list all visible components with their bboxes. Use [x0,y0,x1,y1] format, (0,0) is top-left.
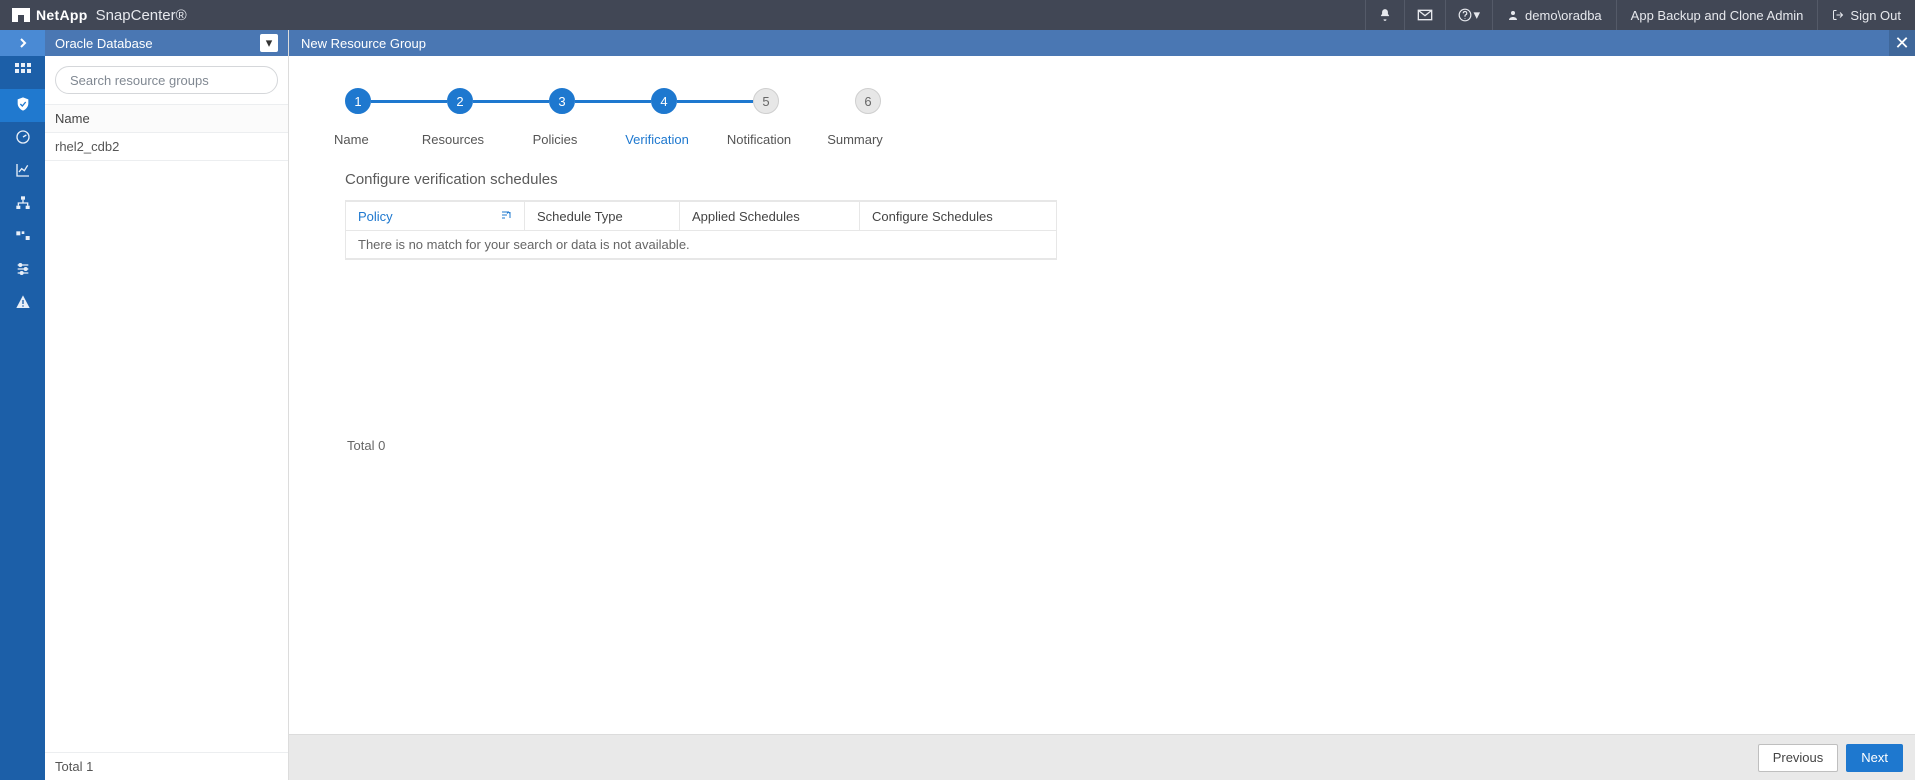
caret-down-icon: ▾ [266,35,273,51]
empty-message: There is no match for your search or dat… [358,237,690,252]
warning-icon [15,294,31,313]
step-label-1: Name [334,132,402,147]
previous-button[interactable]: Previous [1758,744,1839,772]
left-total: Total 1 [45,752,288,780]
left-total-text: Total 1 [55,759,93,774]
step-label-4: Verification [606,132,708,147]
list-header[interactable]: Name [45,105,288,133]
nav-resources[interactable] [0,89,45,122]
brand: NetApp SnapCenter® [0,7,199,24]
nav-monitor[interactable] [0,122,45,155]
hierarchy-icon [15,195,31,214]
list-item[interactable]: rhel2_cdb2 [45,133,288,161]
close-icon: ✕ [1894,33,1909,54]
help-button[interactable]: ▾ [1445,0,1493,30]
step-3-num: 3 [549,88,575,114]
col-policy-label: Policy [358,209,393,224]
brand-company: NetApp [36,7,88,23]
brand-product: SnapCenter® [96,7,187,24]
nav-settings[interactable] [0,254,45,287]
notifications-button[interactable] [1365,0,1404,30]
col-type-label: Schedule Type [537,209,623,224]
col-config-label: Configure Schedules [872,209,993,224]
wizard-title: New Resource Group [301,36,426,51]
sign-out-button[interactable]: Sign Out [1817,0,1915,30]
chart-icon [15,162,31,181]
mail-icon [1417,9,1433,21]
wizard-steps: 1 2 3 4 5 6 [289,56,1915,138]
nav-hosts[interactable] [0,188,45,221]
top-header: NetApp SnapCenter® ▾ demo\oradba App Bac… [0,0,1915,30]
left-panel: Oracle Database ▾ Name rhel2_cdb2 Total … [45,30,289,780]
schedule-table: Policy Schedule Type Applied Schedules C… [345,200,1057,260]
plugin-label: Oracle Database [55,36,153,51]
step-3[interactable]: 3 [549,88,651,114]
step-label-2: Resources [402,132,504,147]
step-5[interactable]: 5 [753,88,855,114]
search-input[interactable] [55,66,278,94]
step-4-num: 4 [651,88,677,114]
col-configure-schedules[interactable]: Configure Schedules [860,201,1057,231]
step-label-3: Policies [504,132,606,147]
step-4[interactable]: 4 [651,88,753,114]
schedule-empty-row: There is no match for your search or dat… [345,231,1057,259]
step-6[interactable]: 6 [855,88,881,114]
list-header-name: Name [55,111,90,126]
shield-check-icon [15,96,31,115]
chevron-right-icon [18,36,28,51]
col-applied-schedules[interactable]: Applied Schedules [680,201,860,231]
step-label-5: Notification [708,132,810,147]
schedule-table-head: Policy Schedule Type Applied Schedules C… [345,201,1057,231]
search-wrap [45,56,288,105]
icon-nav [0,30,45,780]
nav-alerts[interactable] [0,287,45,320]
nav-storage[interactable] [0,221,45,254]
user-menu[interactable]: demo\oradba [1492,0,1616,30]
caret-down-icon: ▾ [1474,7,1481,23]
gauge-icon [15,129,31,148]
messages-button[interactable] [1404,0,1445,30]
bell-icon [1378,8,1392,22]
col-schedule-type[interactable]: Schedule Type [525,201,680,231]
sort-asc-icon[interactable] [500,209,512,224]
main-area: New Resource Group ✕ 1 2 3 4 5 6 Name Re… [289,30,1915,780]
role-label: App Backup and Clone Admin [1631,8,1804,23]
close-wizard-button[interactable]: ✕ [1889,30,1915,56]
resource-group-name: rhel2_cdb2 [55,139,119,154]
netapp-logo-icon [12,8,30,22]
step-5-num: 5 [753,88,779,114]
step-1-num: 1 [345,88,371,114]
sliders-icon [15,261,31,280]
app-body: Oracle Database ▾ Name rhel2_cdb2 Total … [0,30,1915,780]
step-6-num: 6 [855,88,881,114]
step-2-num: 2 [447,88,473,114]
col-applied-label: Applied Schedules [692,209,800,224]
step-1[interactable]: 1 [345,88,447,114]
schedule-total-text: Total 0 [347,438,385,453]
wizard-footer: Previous Next [289,734,1915,780]
signout-label: Sign Out [1850,8,1901,23]
step-label-6: Summary [810,132,900,147]
help-icon [1458,8,1472,22]
expand-nav-button[interactable] [0,30,45,56]
step-2[interactable]: 2 [447,88,549,114]
plugin-dropdown-button[interactable]: ▾ [260,34,278,52]
role-label-area[interactable]: App Backup and Clone Admin [1616,0,1818,30]
wizard-title-bar: New Resource Group [289,30,1915,56]
nav-dashboard[interactable] [0,56,45,89]
wizard-step-labels: Name Resources Policies Verification Not… [289,132,1915,147]
section-title: Configure verification schedules [289,147,1915,200]
plugin-selector: Oracle Database ▾ [45,30,288,56]
next-button[interactable]: Next [1846,744,1903,772]
grid-icon [15,63,31,82]
signout-icon [1832,9,1844,21]
blocks-icon [15,228,31,247]
schedule-total: Total 0 [345,430,1057,453]
user-label: demo\oradba [1525,8,1602,23]
nav-reports[interactable] [0,155,45,188]
col-policy[interactable]: Policy [345,201,525,231]
user-icon [1507,9,1519,21]
